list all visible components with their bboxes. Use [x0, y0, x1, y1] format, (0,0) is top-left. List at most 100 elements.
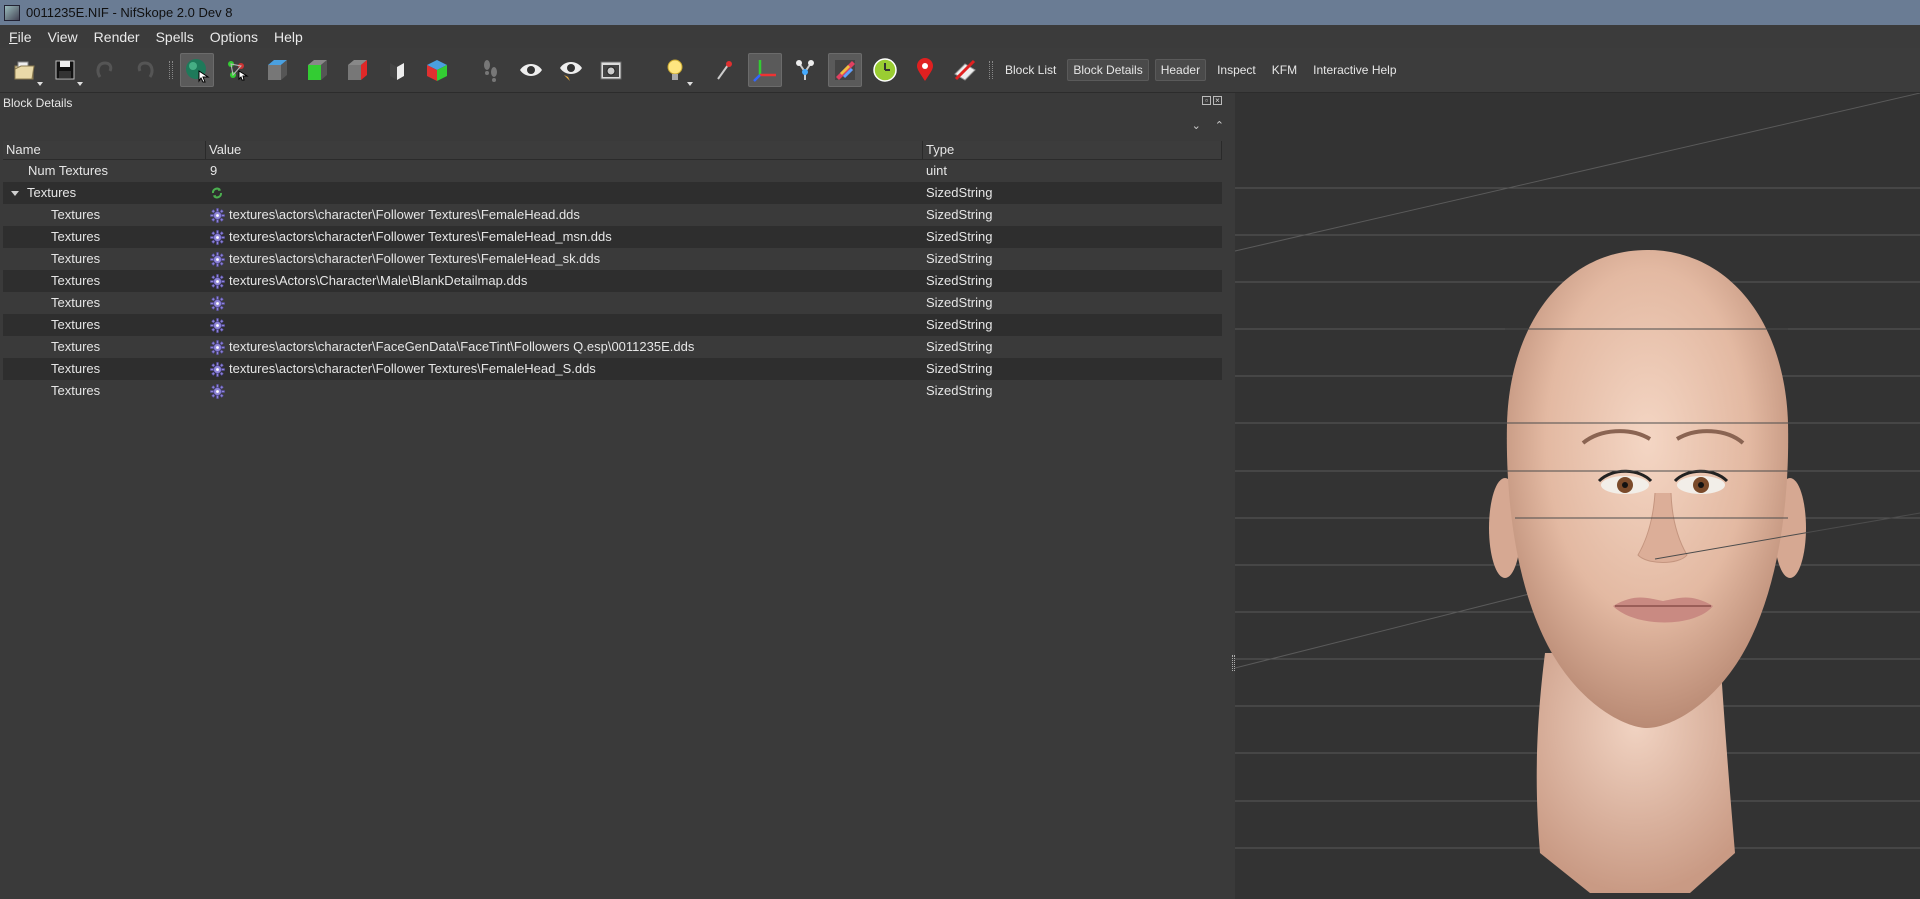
inspect-button[interactable]: Inspect	[1212, 60, 1261, 80]
walk-icon	[484, 60, 497, 82]
row-name: Num Textures	[28, 163, 108, 178]
window-title: 0011235E.NIF - NifSkope 2.0 Dev 8	[26, 5, 233, 20]
row-value: textures\Actors\Character\Male\BlankDeta…	[229, 273, 528, 288]
view-flip-button[interactable]	[380, 53, 414, 87]
table-row[interactable]: Textures SizedString	[3, 182, 1222, 204]
refresh-icon	[212, 187, 222, 199]
gear-icon	[210, 229, 225, 245]
expand-arrow-icon[interactable]	[11, 191, 19, 197]
menu-render[interactable]: Render	[86, 29, 148, 45]
walk-button[interactable]	[474, 53, 508, 87]
marker-button[interactable]	[908, 53, 942, 87]
render-viewport[interactable]	[1235, 93, 1920, 899]
gear-icon	[210, 207, 225, 223]
collapse-down-icon[interactable]: ⌄	[1192, 119, 1201, 132]
row-value-cell[interactable]	[206, 314, 923, 336]
view-side-icon	[348, 60, 367, 80]
row-name-cell: Num Textures	[3, 160, 206, 182]
table-row[interactable]: Num Textures 9 uint	[3, 160, 1222, 182]
expand-up-icon[interactable]: ⌃	[1215, 119, 1224, 132]
timer-button[interactable]	[868, 53, 902, 87]
row-name-cell: Textures	[3, 336, 206, 358]
row-name-cell: Textures	[3, 270, 206, 292]
table-row[interactable]: Textures SizedString	[3, 292, 1222, 314]
row-value-cell[interactable]: textures\actors\character\Follower Textu…	[206, 226, 923, 248]
header-button[interactable]: Header	[1154, 59, 1207, 81]
table-row[interactable]: Textures textures\actors\character\FaceGe…	[3, 336, 1222, 358]
close-icon[interactable]: ×	[1213, 96, 1222, 105]
menu-spells[interactable]: Spells	[148, 29, 202, 45]
open-icon	[14, 61, 35, 80]
select-object-icon	[186, 59, 210, 83]
gear-icon	[210, 295, 225, 311]
light-button[interactable]	[658, 53, 693, 87]
pin-button[interactable]	[708, 53, 742, 87]
float-icon[interactable]: ▫	[1202, 96, 1211, 105]
row-value-cell[interactable]: textures\Actors\Character\Male\BlankDeta…	[206, 270, 923, 292]
constraints-button[interactable]	[948, 53, 982, 87]
undo-button[interactable]	[88, 53, 122, 87]
row-value-cell[interactable]	[206, 182, 923, 204]
table-row[interactable]: Textures textures\actors\character\Follow…	[3, 248, 1222, 270]
details-table: Name Value Type Num Textures 9 uint Texture…	[3, 141, 1222, 402]
row-name: Textures	[51, 295, 101, 310]
main-toolbar: Block List Block Details Header Inspect …	[0, 48, 1920, 93]
save-button[interactable]	[48, 53, 83, 87]
nodes-button[interactable]	[788, 53, 822, 87]
view-flip-icon	[390, 63, 404, 80]
row-type: SizedString	[926, 273, 993, 288]
table-row[interactable]: Textures SizedString	[3, 380, 1222, 402]
row-value-cell[interactable]	[206, 292, 923, 314]
row-name: Textures	[51, 317, 101, 332]
screenshot-button[interactable]	[594, 53, 628, 87]
table-row[interactable]: Textures textures\actors\character\Follow…	[3, 204, 1222, 226]
row-value-cell[interactable]: 9	[206, 160, 923, 182]
row-type: SizedString	[926, 295, 993, 310]
panel-controls: ▫ ×	[1202, 96, 1222, 105]
row-value: textures\actors\character\FaceGenData\Fa…	[229, 339, 695, 354]
table-row[interactable]: Textures textures\actors\character\Follow…	[3, 226, 1222, 248]
view-front-icon	[308, 60, 327, 80]
kfm-button[interactable]: KFM	[1267, 60, 1302, 80]
row-value-cell[interactable]: textures\actors\character\Follower Textu…	[206, 204, 923, 226]
block-details-panel: Block Details ▫ × ⌄ ⌃ Name Value Type Nu…	[0, 93, 1232, 899]
open-button[interactable]	[8, 53, 43, 87]
interactive-help-button[interactable]: Interactive Help	[1308, 60, 1401, 80]
menu-file[interactable]: File	[0, 29, 40, 45]
row-type: SizedString	[926, 229, 993, 244]
table-row[interactable]: Textures textures\Actors\Character\Male\B…	[3, 270, 1222, 292]
view-top-button[interactable]	[260, 53, 294, 87]
redo-button[interactable]	[128, 53, 162, 87]
row-name-cell: Textures	[3, 292, 206, 314]
show-props-button[interactable]	[554, 53, 588, 87]
menu-bar: File View Render Spells Options Help	[0, 25, 1920, 48]
column-header-value[interactable]: Value	[206, 141, 923, 159]
row-type: SizedString	[926, 361, 993, 376]
row-value-cell[interactable]	[206, 380, 923, 402]
block-list-button[interactable]: Block List	[1000, 60, 1061, 80]
show-hidden-button[interactable]	[514, 53, 548, 87]
menu-view[interactable]: View	[40, 29, 86, 45]
row-value-cell[interactable]: textures\actors\character\Follower Textu…	[206, 358, 923, 380]
view-top-icon	[268, 60, 287, 80]
column-header-name[interactable]: Name	[3, 141, 206, 159]
timer-icon	[873, 58, 897, 82]
row-name: Textures	[51, 383, 101, 398]
view-side-button[interactable]	[340, 53, 374, 87]
select-object-button[interactable]	[180, 53, 214, 87]
menu-help[interactable]: Help	[266, 29, 311, 45]
table-row[interactable]: Textures textures\actors\character\Follow…	[3, 358, 1222, 380]
row-name: Textures	[51, 361, 101, 376]
row-value-cell[interactable]: textures\actors\character\Follower Textu…	[206, 248, 923, 270]
texture-button[interactable]	[828, 53, 862, 87]
row-value-cell[interactable]: textures\actors\character\FaceGenData\Fa…	[206, 336, 923, 358]
gear-icon	[210, 317, 225, 333]
menu-options[interactable]: Options	[202, 29, 266, 45]
view-user-button[interactable]	[420, 53, 454, 87]
select-vertex-button[interactable]	[220, 53, 254, 87]
table-row[interactable]: Textures SizedString	[3, 314, 1222, 336]
view-front-button[interactable]	[300, 53, 334, 87]
column-header-type[interactable]: Type	[923, 141, 1222, 159]
axes-button[interactable]	[748, 53, 782, 87]
block-details-button[interactable]: Block Details	[1067, 59, 1149, 81]
